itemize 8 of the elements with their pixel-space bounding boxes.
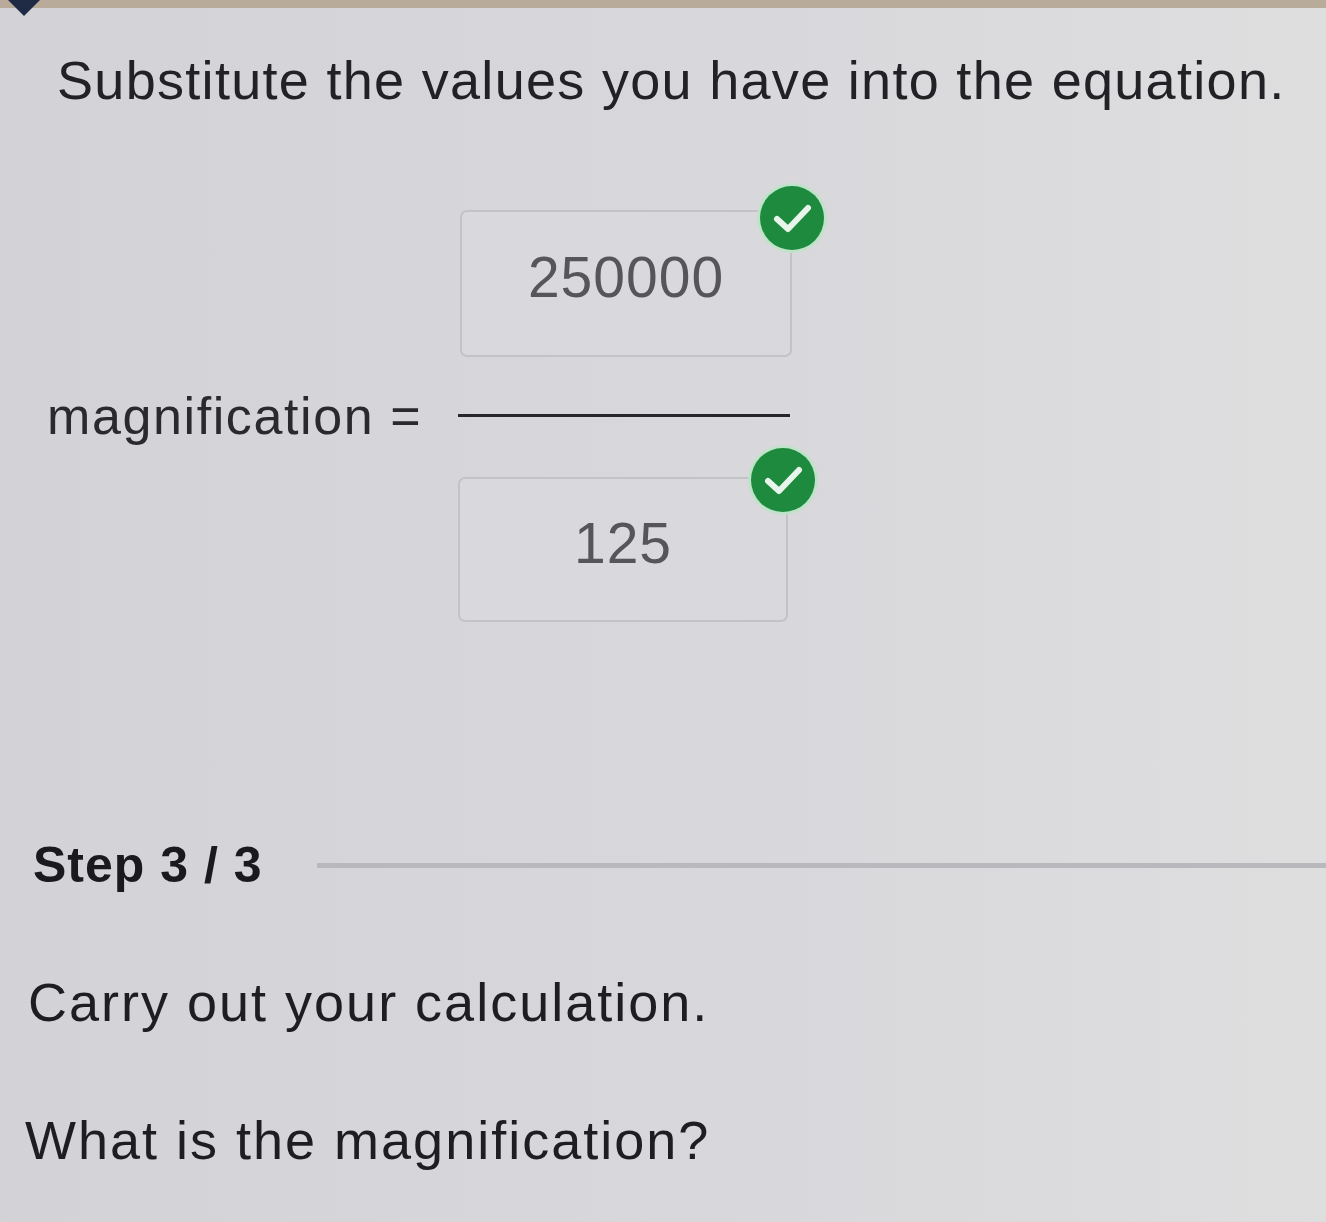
prompt-text: What is the magnification?	[25, 1109, 712, 1172]
instruction-text: Substitute the values you have into the equation.	[57, 49, 1287, 112]
answer-box[interactable]: 125	[458, 477, 788, 622]
answer-box[interactable]: 250000	[460, 210, 792, 357]
equation-label: magnification =	[47, 386, 424, 446]
step-label: Step 3 / 3	[33, 836, 263, 894]
triangle-icon	[8, 0, 40, 16]
prompt-text: Carry out your calculation.	[28, 971, 711, 1034]
